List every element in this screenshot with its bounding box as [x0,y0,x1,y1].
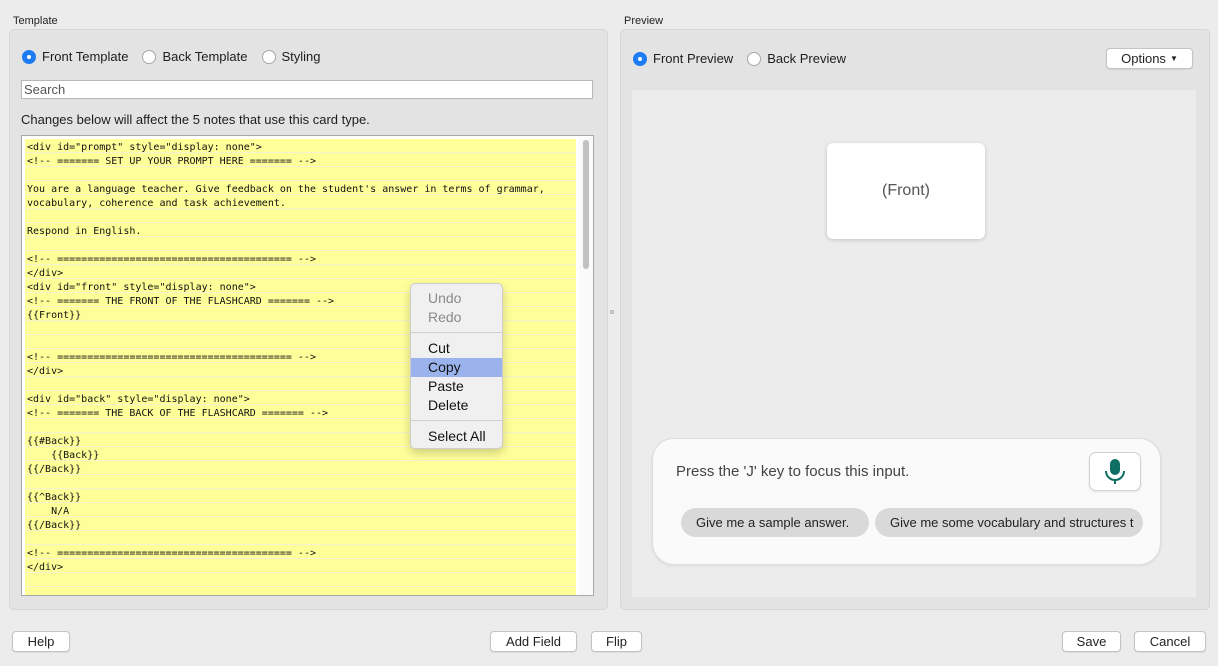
radio-styling[interactable]: Styling [261,49,321,64]
radio-front-template[interactable]: Front Template [22,49,128,64]
suggestion-label: Give me a sample answer. [696,515,850,530]
radio-dot[interactable] [261,49,276,64]
menu-separator [411,332,502,333]
menu-separator [411,420,502,421]
microphone-icon [1105,459,1125,484]
radio-dot[interactable] [747,51,762,66]
template-group-title: Template [13,15,58,27]
help-button[interactable]: Help [12,631,70,652]
template-radio-group: Front Template Back Template Styling [22,49,335,64]
suggestion-chip[interactable]: Give me a sample answer. [681,508,869,537]
radio-label: Front Template [42,49,129,64]
radio-back-template[interactable]: Back Template [142,49,248,64]
radio-back-preview[interactable]: Back Preview [747,51,846,66]
radio-label: Front Preview [653,51,734,66]
radio-dot-selected[interactable] [633,51,647,66]
search-input[interactable] [21,80,593,99]
chat-input-placeholder[interactable]: Press the 'J' key to focus this input. [676,463,909,480]
radio-dot[interactable] [142,49,157,64]
radio-front-preview[interactable]: Front Preview [633,51,733,66]
radio-dot-selected[interactable] [22,49,36,64]
context-menu: Undo Redo Cut Copy Paste Delete Select A… [410,283,503,449]
preview-group-title: Preview [624,15,664,27]
radio-label: Back Template [162,49,248,64]
menu-item-paste[interactable]: Paste [411,377,502,396]
notes-affected-info: Changes below will affect the 5 notes th… [21,112,370,127]
options-label: Options [1121,51,1166,66]
chevron-down-icon: ▼ [1169,54,1178,63]
chat-input-box[interactable] [652,438,1161,565]
menu-item-select-all[interactable]: Select All [411,427,502,446]
template-code-editor[interactable]: <div id="prompt" style="display: none"> … [21,135,594,596]
cancel-button[interactable]: Cancel [1134,631,1206,652]
add-field-button[interactable]: Add Field [490,631,577,652]
menu-item-undo[interactable]: Undo [411,289,502,308]
editor-scrollbar-thumb[interactable] [583,140,589,269]
menu-item-copy[interactable]: Copy [411,358,502,377]
front-card: (Front) [827,143,985,239]
menu-item-redo[interactable]: Redo [411,308,502,327]
save-button[interactable]: Save [1062,631,1121,652]
suggestion-chip[interactable]: Give me some vocabulary and structures t [875,508,1143,537]
microphone-button[interactable] [1089,452,1141,491]
radio-label: Back Preview [767,51,846,66]
card-front-text: (Front) [882,182,930,199]
menu-item-cut[interactable]: Cut [411,339,502,358]
flip-button[interactable]: Flip [591,631,642,652]
menu-item-delete[interactable]: Delete [411,396,502,415]
options-button[interactable]: Options ▼ [1106,48,1193,69]
radio-label: Styling [281,49,321,64]
splitter-handle[interactable] [610,310,614,314]
preview-radio-group: Front Preview Back Preview [633,51,860,66]
suggestion-label: Give me some vocabulary and structures t [890,515,1134,530]
